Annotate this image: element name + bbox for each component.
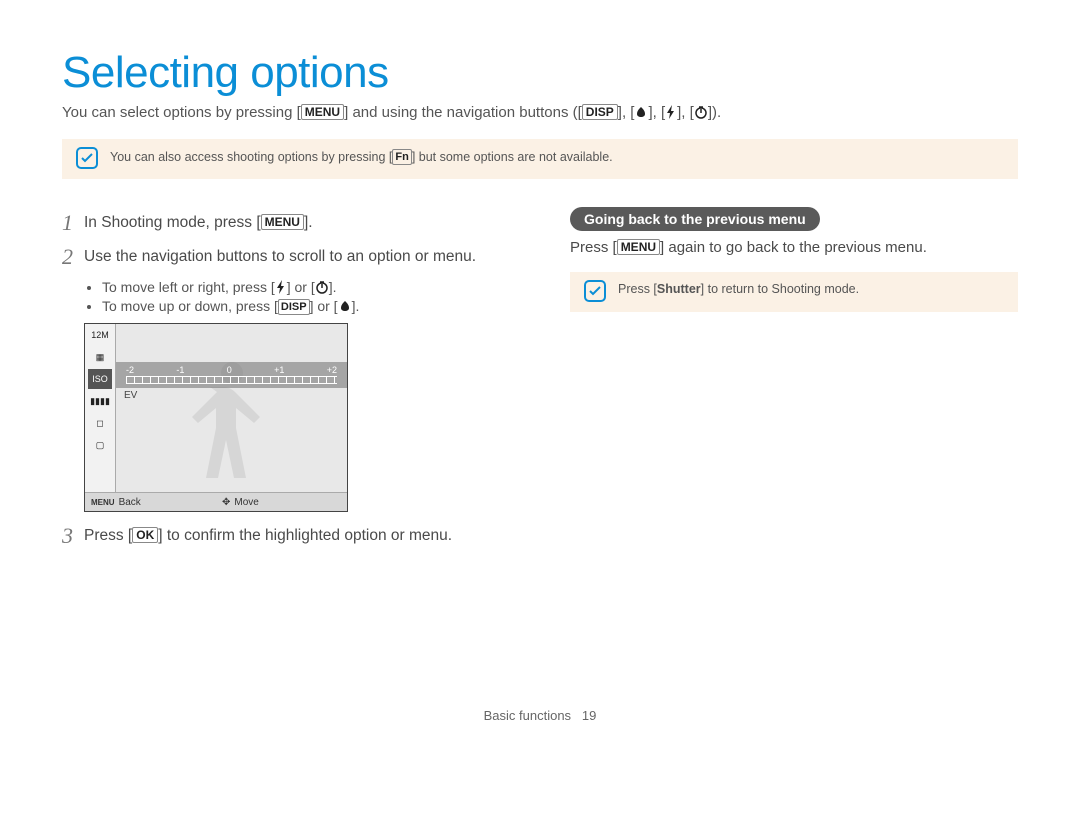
text: You can also access shooting options by … — [110, 150, 392, 164]
step-number: 3 — [62, 524, 84, 548]
shutter-key: Shutter — [657, 282, 701, 296]
footer-section: Basic functions — [484, 708, 571, 723]
step-number: 1 — [62, 211, 84, 235]
ev-tick: 0 — [227, 365, 232, 375]
text: Use the navigation buttons to scroll to … — [84, 248, 476, 265]
left-column: 1 In Shooting mode, press [MENU]. 2 Use … — [62, 207, 510, 558]
side-icon-box: ◻ — [88, 413, 112, 433]
text: ]. — [329, 279, 337, 295]
fn-key: Fn — [392, 149, 411, 165]
side-icon-grid: ▦ — [88, 347, 112, 367]
ev-bar: -2 -1 0 +1 +2 — [116, 362, 347, 388]
text: ]). — [708, 104, 721, 121]
section-body: Press [MENU] again to go back to the pre… — [570, 239, 1018, 256]
note-icon — [76, 147, 98, 169]
text: ] again to go back to the previous menu. — [660, 239, 927, 256]
step-1: 1 In Shooting mode, press [MENU]. — [62, 211, 510, 235]
menu-key: MENU — [617, 239, 660, 255]
text: To move left or right, press [ — [102, 279, 275, 295]
side-icon-battery: ▮▮▮▮ — [88, 391, 112, 411]
text: ] but some options are not available. — [412, 150, 613, 164]
text: ]. — [304, 214, 313, 231]
nav-cross-icon: ✥ — [222, 497, 230, 508]
ev-tick: -2 — [126, 365, 134, 375]
menu-key-small: MENU — [91, 498, 115, 507]
disp-key: DISP — [582, 104, 618, 120]
section-heading-pill: Going back to the previous menu — [570, 207, 820, 231]
text: To move up or down, press [ — [102, 298, 278, 314]
footer-move: ✥ Move — [216, 497, 347, 508]
text: ] or [ — [310, 298, 338, 314]
camera-screenshot: 12M ▦ ISO ▮▮▮▮ ◻ ▢ -2 — [84, 323, 348, 512]
footer-back: MENU Back — [85, 497, 216, 508]
flash-icon — [665, 105, 677, 119]
step-body: In Shooting mode, press [MENU]. — [84, 211, 313, 235]
step-body: Use the navigation buttons to scroll to … — [84, 245, 476, 269]
ok-key: OK — [132, 527, 158, 543]
ev-tick: +1 — [274, 365, 284, 375]
step-number: 2 — [62, 245, 84, 269]
screenshot-footer: MENU Back ✥ Move — [85, 492, 347, 511]
side-icon-iso: ISO — [88, 369, 112, 389]
timer-icon — [694, 105, 708, 119]
bullet: To move up or down, press [DISP] or []. — [102, 298, 510, 315]
disp-key: DISP — [278, 299, 310, 315]
text: Press [ — [570, 239, 617, 256]
note-box-1: You can also access shooting options by … — [62, 139, 1018, 179]
timer-icon — [315, 280, 329, 294]
side-icon-sq: ▢ — [88, 435, 112, 455]
page-footer: Basic functions 19 — [62, 708, 1018, 723]
text: ] or [ — [287, 279, 315, 295]
text: ], [ — [648, 104, 665, 121]
note-icon — [584, 280, 606, 302]
text: ]. — [352, 298, 360, 314]
page-title: Selecting options — [62, 48, 1018, 98]
menu-key: MENU — [261, 214, 304, 230]
step-3: 3 Press [OK] to confirm the highlighted … — [62, 524, 510, 548]
ev-ticks — [126, 376, 337, 384]
text: ], [ — [677, 104, 694, 121]
ev-label: EV — [124, 390, 137, 401]
step-2-bullets: To move left or right, press [ ] or []. T… — [84, 279, 510, 315]
footer-page-number: 19 — [582, 708, 596, 723]
screenshot-sidebar: 12M ▦ ISO ▮▮▮▮ ◻ ▢ — [85, 324, 116, 492]
intro-paragraph: You can select options by pressing [MENU… — [62, 104, 1018, 121]
text: ] and using the navigation buttons ([ — [344, 104, 582, 121]
text: In Shooting mode, press [ — [84, 214, 261, 231]
screenshot-main: 12M ▦ ISO ▮▮▮▮ ◻ ▢ -2 — [85, 324, 347, 492]
step-body: Press [OK] to confirm the highlighted op… — [84, 524, 452, 548]
macro-icon — [634, 105, 648, 119]
text: ], [ — [618, 104, 635, 121]
step-2: 2 Use the navigation buttons to scroll t… — [62, 245, 510, 269]
text: ] to confirm the highlighted option or m… — [158, 527, 452, 544]
ev-tick: -1 — [176, 365, 184, 375]
ev-scale: -2 -1 0 +1 +2 — [122, 365, 341, 375]
columns: 1 In Shooting mode, press [MENU]. 2 Use … — [62, 207, 1018, 558]
right-column: Going back to the previous menu Press [M… — [570, 207, 1018, 558]
bullet: To move left or right, press [ ] or []. — [102, 279, 510, 295]
text: ] to return to Shooting mode. — [701, 282, 859, 296]
note-box-2: Press [Shutter] to return to Shooting mo… — [570, 272, 1018, 312]
text: ISO — [92, 374, 108, 384]
ev-tick: +2 — [327, 365, 337, 375]
text: You can select options by pressing [ — [62, 104, 301, 121]
screenshot-viewport: -2 -1 0 +1 +2 EV — [116, 324, 347, 492]
macro-icon — [338, 299, 352, 313]
document-page: Selecting options You can select options… — [0, 0, 1080, 753]
text: Back — [119, 497, 141, 508]
text: Move — [234, 497, 258, 508]
side-icon-12m: 12M — [88, 325, 112, 345]
text: Press [ — [84, 527, 132, 544]
flash-icon — [275, 280, 287, 294]
text: Press [ — [618, 282, 657, 296]
menu-key: MENU — [301, 104, 344, 120]
